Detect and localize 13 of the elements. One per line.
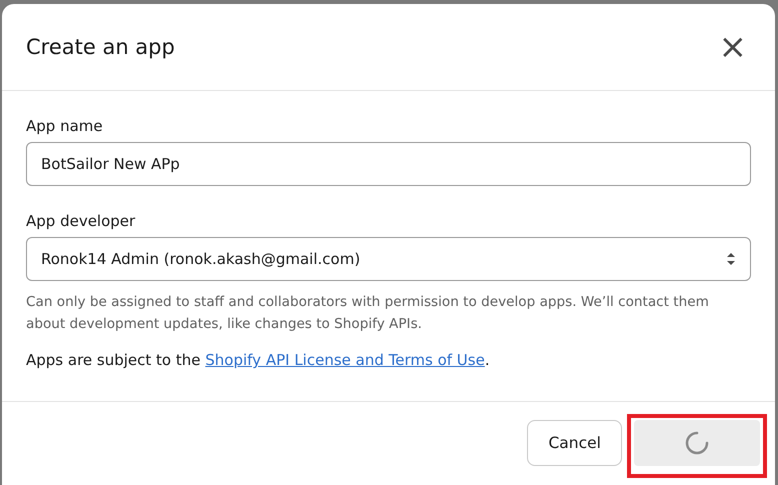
dialog-title: Create an app: [26, 35, 175, 59]
terms-text: Apps are subject to the Shopify API License and Terms of Use.: [26, 351, 491, 369]
select-caret-icon: [726, 251, 736, 267]
field-label: App developer: [26, 212, 136, 230]
input-field[interactable]: BotSailor New APp: [26, 142, 751, 186]
help-text: Can only be assigned to staff and collaborators with permission to develop apps. We’ll contact them about development updates, like changes to Shopify APIs.: [26, 293, 710, 334]
close-button[interactable]: ×: [714, 30, 751, 64]
field-label: App name: [26, 117, 104, 135]
create-button[interactable]: [634, 420, 760, 466]
select-field[interactable]: Ronok14 Admin (ronok.akash@gmail.com): [26, 237, 751, 281]
cancel-button[interactable]: Cancel: [527, 420, 622, 466]
terms-link[interactable]: Shopify API License and Terms of Use: [205, 351, 485, 369]
spinner-icon: [685, 431, 709, 455]
